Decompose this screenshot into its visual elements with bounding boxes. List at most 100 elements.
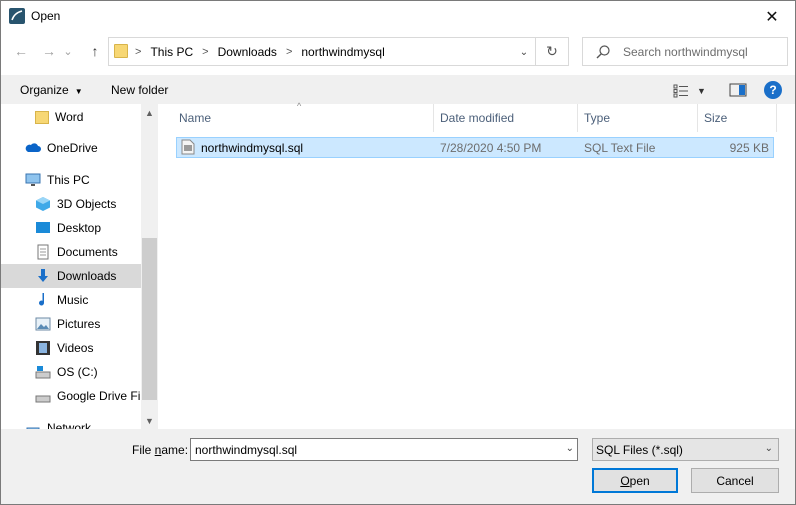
- search-icon: [596, 45, 610, 59]
- sidebar-item-this-pc[interactable]: This PC: [25, 168, 90, 192]
- arrow-up-icon: ↑: [91, 43, 99, 59]
- arrow-right-icon: →: [42, 43, 56, 59]
- address-history-button[interactable]: ⌄: [517, 45, 531, 59]
- command-bar: Organize ▼ New folder ▼ ?: [1, 75, 795, 104]
- search-input[interactable]: Search northwindmysql: [582, 37, 788, 66]
- chevron-right-icon: >: [202, 46, 209, 58]
- caret-down-icon: ▼: [74, 87, 83, 96]
- footer-panel: File name: northwindmysql.sql ⌄ SQL File…: [1, 429, 795, 504]
- file-name: northwindmysql.sql: [201, 141, 304, 155]
- open-button[interactable]: Open: [592, 468, 678, 493]
- new-folder-button[interactable]: New folder: [111, 83, 168, 97]
- network-icon: [26, 427, 40, 429]
- sidebar-item-word[interactable]: Word: [35, 105, 83, 129]
- recent-locations-button[interactable]: ⌄: [61, 41, 75, 61]
- cube-icon: [36, 197, 50, 211]
- sidebar-item-label: 3D Objects: [57, 197, 117, 211]
- videos-icon: [36, 341, 50, 355]
- help-icon[interactable]: ?: [764, 81, 782, 99]
- music-icon: [39, 293, 44, 306]
- file-list: ^ Name Date modified Type Size northwind…: [158, 101, 795, 429]
- sidebar-item-label: Pictures: [57, 317, 101, 331]
- chevron-right-icon: >: [135, 46, 142, 58]
- view-list-icon: [673, 84, 688, 98]
- file-type-select[interactable]: SQL Files (*.sql) ⌄: [592, 438, 779, 461]
- up-button[interactable]: ↑: [85, 41, 105, 61]
- column-header-date-modified[interactable]: Date modified: [434, 104, 578, 132]
- sidebar-item-desktop[interactable]: Desktop: [35, 216, 101, 240]
- window-title: Open: [31, 9, 61, 23]
- sidebar-item-label: OneDrive: [47, 141, 98, 155]
- chevron-down-icon: ⌄: [764, 443, 773, 454]
- sidebar-item-google-drive[interactable]: Google Drive File: [35, 384, 150, 408]
- sidebar-item-label: Videos: [57, 341, 94, 355]
- breadcrumb-this-pc[interactable]: This PC: [150, 45, 193, 59]
- breadcrumb-downloads[interactable]: Downloads: [218, 45, 277, 59]
- title-bar: Open ✕: [1, 1, 795, 32]
- back-button[interactable]: ←: [11, 41, 31, 61]
- folder-icon: [35, 110, 49, 124]
- column-header-type[interactable]: Type: [578, 104, 698, 132]
- folder-icon: [114, 44, 128, 58]
- caret-up-icon: ▲: [145, 107, 154, 118]
- sidebar-item-downloads[interactable]: Downloads: [1, 264, 141, 288]
- computer-icon: [25, 173, 41, 186]
- sidebar-item-label: This PC: [47, 173, 90, 187]
- open-dialog: Open ✕ ← → ⌄ ↑ > This PC > Downloads > n…: [0, 0, 796, 505]
- sidebar-item-label: Music: [57, 293, 89, 307]
- documents-icon: [37, 244, 49, 260]
- refresh-button[interactable]: ↻: [536, 37, 569, 66]
- cancel-button[interactable]: Cancel: [691, 468, 779, 493]
- caret-down-icon: ▼: [697, 86, 706, 96]
- drive-icon: [35, 366, 51, 379]
- refresh-icon: ↻: [546, 43, 558, 59]
- sidebar-item-os-c[interactable]: OS (C:): [35, 360, 98, 384]
- pictures-icon: [35, 317, 51, 331]
- nav-scrollbar[interactable]: ▲ ▼: [141, 104, 158, 429]
- scroll-thumb[interactable]: [142, 238, 157, 400]
- preview-pane-icon[interactable]: [729, 82, 747, 98]
- scroll-down-button[interactable]: ▼: [141, 412, 158, 429]
- sidebar-item-onedrive[interactable]: OneDrive: [25, 136, 98, 160]
- organize-button[interactable]: Organize ▼: [20, 83, 83, 97]
- sidebar-item-label: Documents: [57, 245, 118, 259]
- sidebar-item-music[interactable]: Music: [35, 288, 88, 312]
- address-bar[interactable]: > This PC > Downloads > northwindmysql ⌄: [108, 37, 536, 66]
- scroll-up-button[interactable]: ▲: [141, 104, 158, 121]
- change-view-button[interactable]: ▼: [673, 82, 713, 100]
- arrow-left-icon: ←: [14, 43, 28, 59]
- sidebar-item-network[interactable]: Network: [25, 416, 91, 429]
- breadcrumb-northwindmysql[interactable]: northwindmysql: [301, 45, 384, 59]
- sidebar-item-videos[interactable]: Videos: [35, 336, 93, 360]
- mysql-workbench-icon: [9, 8, 25, 24]
- forward-button[interactable]: →: [39, 41, 59, 61]
- filename-field[interactable]: northwindmysql.sql ⌄: [190, 438, 578, 461]
- chevron-down-icon[interactable]: ⌄: [566, 443, 574, 454]
- sidebar-item-pictures[interactable]: Pictures: [35, 312, 100, 336]
- open-label: pen: [629, 473, 650, 488]
- sidebar-item-label: Google Drive File: [57, 389, 150, 403]
- file-type-value: SQL Files (*.sql): [596, 443, 683, 457]
- chevron-right-icon: >: [285, 46, 293, 58]
- filename-label-text: ame:: [161, 443, 189, 457]
- sidebar-item-documents[interactable]: Documents: [35, 240, 118, 264]
- close-icon: ✕: [765, 8, 779, 26]
- organize-label: Organize: [20, 83, 69, 97]
- breadcrumb: > This PC > Downloads > northwindmysql: [133, 45, 385, 59]
- sidebar-item-label: OS (C:): [57, 365, 98, 379]
- sidebar-item-label: Downloads: [57, 269, 117, 283]
- column-header-name[interactable]: Name: [173, 104, 434, 132]
- file-size: 925 KB: [729, 141, 769, 155]
- sidebar-item-label: Word: [55, 110, 84, 124]
- table-row[interactable]: northwindmysql.sql 7/28/2020 4:50 PM SQL…: [176, 137, 774, 158]
- cloud-icon: [25, 143, 41, 152]
- caret-down-icon: ▼: [145, 415, 154, 426]
- filename-label-text: File: [132, 443, 155, 457]
- close-button[interactable]: ✕: [749, 1, 795, 32]
- file-type: SQL Text File: [584, 141, 656, 155]
- sql-file-icon: [181, 139, 195, 155]
- drive-icon: [35, 395, 51, 403]
- sidebar-item-3d-objects[interactable]: 3D Objects: [35, 192, 116, 216]
- column-header-size[interactable]: Size: [698, 104, 777, 132]
- navigation-pane: Word OneDrive This PC 3D Objects Desktop…: [1, 104, 158, 429]
